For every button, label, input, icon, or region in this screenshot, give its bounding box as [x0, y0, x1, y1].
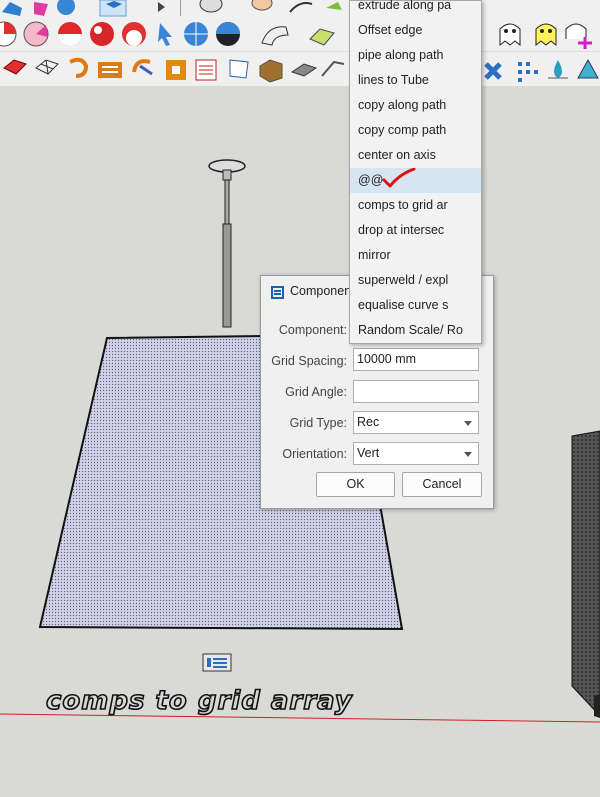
- dome-icon[interactable]: [199, 0, 223, 13]
- edge-fragment: [594, 694, 600, 718]
- grid-type-label: Grid Type:: [289, 416, 347, 430]
- cube-select-icon[interactable]: [99, 0, 127, 17]
- toolbar-row-1: [0, 0, 600, 17]
- menu-item-pipe-along-path[interactable]: pipe along path: [350, 43, 481, 68]
- menu-item-equalise-curve[interactable]: equalise curve s: [350, 293, 481, 318]
- flag-icon[interactable]: [229, 59, 249, 79]
- orange-square-icon[interactable]: [166, 60, 186, 80]
- red-ball-icon[interactable]: [90, 22, 114, 46]
- pink-circle-icon[interactable]: [23, 21, 49, 47]
- grid-spacing-label: Grid Spacing:: [271, 354, 347, 368]
- red-checkmark-icon: [382, 168, 416, 188]
- cancel-button[interactable]: Cancel: [402, 472, 482, 497]
- plugin-context-menu[interactable]: extrude along pa Offset edge pipe along …: [349, 0, 482, 344]
- arc-arrow-icon[interactable]: [132, 59, 153, 76]
- gear-cross-icon[interactable]: [484, 62, 502, 80]
- chevron-down-icon: [464, 421, 472, 426]
- lines-icon[interactable]: [195, 59, 217, 81]
- menu-item-copy-along-path[interactable]: copy along path: [350, 93, 481, 118]
- cylinder-icon[interactable]: [290, 63, 318, 77]
- caption-text: comps to grid array: [45, 685, 353, 717]
- menu-item-drop-at-intersect[interactable]: drop at intersec: [350, 218, 481, 243]
- toolbar-row-2: [0, 17, 600, 52]
- dropdown-arrow-icon[interactable]: [158, 0, 181, 16]
- sphere-icon[interactable]: [57, 0, 75, 15]
- ghost-plus-icon[interactable]: [565, 23, 592, 49]
- chevron-down-icon: [464, 452, 472, 457]
- menu-item-mirror[interactable]: mirror: [350, 243, 481, 268]
- box-icon[interactable]: [259, 59, 283, 83]
- grid-type-select[interactable]: Rec: [353, 411, 479, 434]
- red-circle-icon[interactable]: [58, 22, 82, 46]
- menu-item-lines-to-tube[interactable]: lines to Tube: [350, 68, 481, 93]
- grid-angle-input[interactable]: [353, 380, 479, 403]
- menu-item-offset-edge[interactable]: Offset edge: [350, 18, 481, 43]
- red-white-circle-icon[interactable]: [0, 21, 17, 47]
- toolbar-row-1-icons: [2, 0, 342, 17]
- rotate-icon[interactable]: [69, 57, 89, 78]
- menu-item-extrude-along-path[interactable]: extrude along pa: [350, 0, 481, 18]
- grid-surface-icon[interactable]: [309, 28, 335, 46]
- globe-icon[interactable]: [184, 22, 208, 46]
- grid-spacing-input[interactable]: 10000 mm: [353, 348, 479, 371]
- grid-type-value: Rec: [357, 415, 380, 429]
- line-tool-icon[interactable]: [321, 60, 345, 77]
- leaf-icon[interactable]: [326, 2, 342, 10]
- menu-item-center-on-axis[interactable]: center on axis: [350, 143, 481, 168]
- blue-wedge-icon[interactable]: [2, 2, 22, 16]
- half-circle-icon[interactable]: [216, 22, 240, 46]
- component-label: Component:: [278, 323, 347, 337]
- ok-button[interactable]: OK: [316, 472, 395, 497]
- menu-item-superweld-explode[interactable]: superweld / expl: [350, 268, 481, 293]
- water-drop-icon[interactable]: [548, 60, 568, 79]
- cursor-icon[interactable]: [158, 23, 172, 46]
- curved-surface-icon[interactable]: [261, 26, 289, 46]
- toolbar-row-2-icons: [0, 21, 592, 49]
- menu-item-comps-to-grid-array[interactable]: comps to grid ar: [350, 193, 481, 218]
- orientation-select[interactable]: Vert: [353, 442, 479, 465]
- sketchup-logo-icon: [271, 286, 284, 299]
- component-grid-icon[interactable]: [202, 653, 232, 672]
- list-blocks-icon[interactable]: [98, 62, 122, 78]
- lamp-post-component[interactable]: [208, 159, 246, 328]
- menu-item-at-at[interactable]: @@: [350, 168, 481, 193]
- orientation-value: Vert: [357, 446, 380, 460]
- grid-angle-label: Grid Angle:: [285, 385, 347, 399]
- toolbar-row-3: [0, 52, 600, 87]
- toolbar-row-3-icons: [3, 57, 599, 83]
- menu-item-copy-comp-path[interactable]: copy comp path: [350, 118, 481, 143]
- cone-icon[interactable]: [577, 58, 599, 79]
- red-cube-icon[interactable]: [3, 59, 27, 75]
- grid-icon[interactable]: [518, 62, 538, 82]
- hand-icon[interactable]: [251, 0, 273, 11]
- menu-item-random-scale-rotate[interactable]: Random Scale/ Ro: [350, 318, 481, 343]
- dark-block-component[interactable]: [571, 430, 600, 717]
- wireframe-icon[interactable]: [35, 59, 59, 75]
- ghost-icon[interactable]: [499, 23, 521, 47]
- orientation-label: Orientation:: [282, 447, 347, 461]
- magenta-shape-icon[interactable]: [34, 2, 48, 16]
- santa-icon[interactable]: [122, 22, 146, 46]
- dialog-title: Componen: [290, 284, 352, 298]
- ghost-yellow-icon[interactable]: [535, 23, 557, 47]
- curve-icon[interactable]: [289, 2, 313, 13]
